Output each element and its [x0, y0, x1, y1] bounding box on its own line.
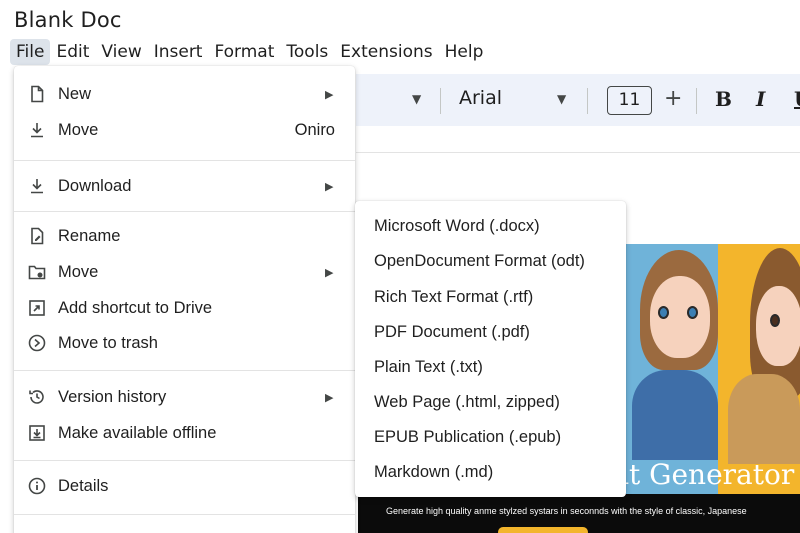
info-icon — [28, 477, 46, 495]
menu-view[interactable]: View — [95, 39, 147, 65]
menu-item-label: Details — [58, 476, 109, 495]
menu-item-label: Move to trash — [58, 333, 158, 352]
toolbar-divider — [440, 88, 441, 114]
banner-cta-button — [498, 527, 588, 533]
download-option-rtf[interactable]: Rich Text Format (.rtf) — [374, 288, 533, 307]
underline-button[interactable]: U — [794, 87, 800, 111]
download-option-epub[interactable]: EPUB Publication (.epub) — [374, 428, 561, 447]
file-menu: New ▶ Move Oniro Download ▶ Rename Move … — [14, 66, 355, 533]
menu-divider — [14, 514, 355, 515]
menu-help[interactable]: Help — [439, 39, 490, 65]
character-outfit — [728, 374, 800, 464]
file-menu-item-version-history[interactable]: Version history ▶ — [14, 380, 355, 414]
menu-insert[interactable]: Insert — [148, 39, 209, 65]
menu-extensions[interactable]: Extensions — [334, 39, 438, 65]
character-eye — [658, 306, 669, 319]
toolbar-divider — [587, 88, 588, 114]
submenu-arrow-icon: ▶ — [325, 390, 334, 404]
character-eye — [687, 306, 698, 319]
download-option-txt[interactable]: Plain Text (.txt) — [374, 358, 483, 377]
character-outfit — [632, 370, 718, 460]
menu-item-label: Rename — [58, 226, 121, 245]
file-menu-item-offline[interactable]: Make available offline — [14, 416, 355, 450]
history-icon — [29, 390, 44, 404]
bold-button[interactable]: B — [715, 87, 732, 111]
menu-item-label: New — [58, 84, 92, 103]
move-folder-icon — [28, 265, 46, 280]
download-arrow-icon — [31, 123, 43, 138]
font-dropdown-caret-icon[interactable]: ▼ — [557, 92, 566, 106]
file-menu-item-move[interactable]: Move Oniro — [14, 113, 355, 147]
file-menu-item-add-shortcut[interactable]: Add shortcut to Drive — [14, 291, 355, 325]
banner-heading: it Generator — [620, 458, 795, 491]
menu-item-label: Download — [58, 176, 132, 195]
menu-item-label: Version history — [58, 387, 167, 406]
file-menu-item-new[interactable]: New ▶ — [14, 77, 355, 111]
trash-icon — [28, 334, 46, 352]
style-dropdown-caret-icon[interactable]: ▼ — [412, 92, 421, 106]
menu-divider — [14, 460, 355, 461]
menu-item-label: Move — [58, 262, 99, 281]
rename-icon — [31, 227, 44, 245]
menu-divider — [14, 211, 355, 212]
file-menu-item-rename[interactable]: Rename — [14, 219, 355, 253]
font-family-select[interactable]: Arial — [459, 87, 502, 109]
character-eye — [770, 314, 780, 327]
new-document-icon — [31, 85, 44, 103]
download-option-html[interactable]: Web Page (.html, zipped) — [374, 393, 560, 412]
file-menu-item-trash[interactable]: Move to trash — [14, 326, 355, 360]
file-menu-item-details[interactable]: Details — [14, 469, 355, 503]
download-option-pdf[interactable]: PDF Document (.pdf) — [374, 323, 530, 342]
download-icon — [31, 179, 43, 194]
download-option-odt[interactable]: OpenDocument Format (odt) — [374, 252, 585, 271]
file-menu-item-download[interactable]: Download ▶ — [14, 169, 355, 203]
menu-file[interactable]: File — [10, 39, 51, 65]
banner-subtitle: Generate high quality anme stylzed systa… — [386, 506, 747, 516]
submenu-arrow-icon: ▶ — [325, 179, 334, 193]
toolbar: ▼ Arial ▼ 11 + B I U — [356, 74, 800, 126]
menu-item-label: Make available offline — [58, 423, 217, 442]
menu-bar: File Edit View Insert Format Tools Exten… — [10, 38, 489, 66]
menu-tools[interactable]: Tools — [280, 39, 334, 65]
download-option-md[interactable]: Markdown (.md) — [374, 463, 493, 482]
submenu-arrow-icon: ▶ — [325, 87, 334, 101]
increase-font-size-button[interactable]: + — [664, 86, 682, 111]
menu-edit[interactable]: Edit — [50, 39, 95, 65]
offline-icon — [29, 425, 45, 441]
menu-item-label: Add shortcut to Drive — [58, 298, 213, 317]
page-top-border — [356, 152, 800, 153]
menu-format[interactable]: Format — [208, 39, 280, 65]
character-face — [756, 286, 800, 366]
download-submenu: Microsoft Word (.docx) OpenDocument Form… — [355, 201, 626, 497]
menu-item-label: Move — [58, 120, 99, 139]
menu-divider — [14, 370, 355, 371]
menu-item-shortcut: Oniro — [294, 120, 335, 139]
add-shortcut-icon — [29, 300, 45, 316]
file-menu-item-move-folder[interactable]: Move ▶ — [14, 255, 355, 289]
toolbar-divider — [696, 88, 697, 114]
document-title[interactable]: Blank Doc — [14, 8, 122, 32]
download-option-docx[interactable]: Microsoft Word (.docx) — [374, 217, 540, 236]
font-size-input[interactable]: 11 — [607, 86, 652, 115]
submenu-arrow-icon: ▶ — [325, 265, 334, 279]
italic-button[interactable]: I — [756, 87, 765, 111]
menu-divider — [14, 160, 355, 161]
